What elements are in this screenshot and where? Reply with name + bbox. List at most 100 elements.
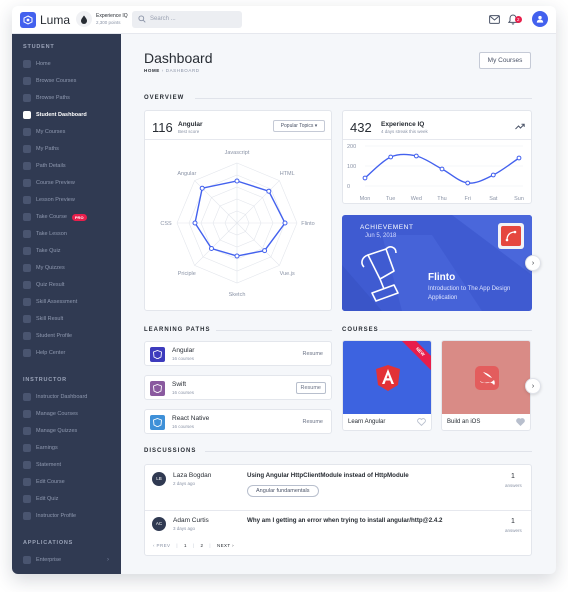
discussion-question[interactable]: Using Angular HttpClientModule instead o… [247, 472, 409, 479]
chevron-right-icon: › [107, 557, 109, 563]
sidebar-item-statement[interactable]: Statement [12, 458, 121, 472]
logo-icon[interactable] [20, 12, 36, 28]
help-center-icon [23, 349, 31, 357]
radar-point [234, 253, 240, 259]
breadcrumb-home[interactable]: HOME [144, 68, 160, 73]
user-avatar[interactable] [532, 11, 548, 27]
top-bar: Luma Experience IQ 2,300 points Search .… [12, 6, 556, 34]
discussions-card: LB Laza Bogdan 2 days ago Using Angular Htt… [144, 464, 532, 556]
sidebar-item-skill-assessment[interactable]: Skill Assessment [12, 295, 121, 309]
avatar[interactable]: AC [152, 517, 166, 531]
sidebar-item-skill-result[interactable]: Skill Result [12, 312, 121, 326]
learning-path-react-native[interactable]: React Native 16 courses Resume [144, 409, 332, 434]
resume-button[interactable]: Resume [303, 419, 323, 425]
answer-label: answers [505, 528, 522, 533]
experience-icon[interactable] [76, 11, 92, 27]
sidebar-item-browse-courses[interactable]: Browse Courses [12, 74, 121, 88]
sidebar-item-lesson-preview[interactable]: Lesson Preview [12, 193, 121, 207]
learning-path-angular[interactable]: Angular 16 courses Resume [144, 341, 332, 366]
manage-courses-icon [23, 410, 31, 418]
sidebar-item-path-details[interactable]: Path Details [12, 159, 121, 173]
sidebar-item-student-dashboard[interactable]: Student Dashboard [12, 108, 121, 122]
app-name[interactable]: Luma [40, 13, 70, 27]
sidebar-item-enterprise[interactable]: Enterprise › [12, 553, 121, 567]
achievement-label: ACHIEVEMENT [360, 224, 414, 231]
courses-next-button[interactable]: › [525, 378, 541, 394]
pagination-page-2[interactable]: 2 [200, 543, 203, 548]
section-discussions: DISCUSSIONS [144, 448, 197, 454]
course-name: Build an iOS [447, 419, 481, 425]
student-dashboard-icon [23, 111, 31, 119]
sidebar-item-instructor-dashboard[interactable]: Instructor Dashboard [12, 390, 121, 404]
course-card-learn-angular[interactable]: NEW Learn Angular [342, 340, 432, 431]
sidebar-item-take-lesson[interactable]: Take Lesson [12, 227, 121, 241]
topic-tag[interactable]: Angular fundamentals [247, 485, 319, 497]
author-name[interactable]: Adam Curtis [173, 517, 209, 524]
search-icon [138, 15, 146, 23]
radar-point [262, 248, 268, 254]
sidebar-item-my-paths[interactable]: My Paths [12, 142, 121, 156]
resume-button[interactable]: Resume [303, 351, 323, 357]
pagination-separator: | [209, 543, 211, 548]
browse-paths-icon [23, 94, 31, 102]
discussion-question[interactable]: Why am I getting an error when trying to… [247, 517, 442, 524]
breadcrumb-current: DASHBOARD [165, 68, 200, 73]
sidebar-item-earnings[interactable]: Earnings [12, 441, 121, 455]
sidebar-item-manage-courses[interactable]: Manage Courses [12, 407, 121, 421]
course-card-build-an-ios[interactable]: Build an iOS [441, 340, 531, 431]
flinto-badge [498, 223, 524, 249]
heart-icon[interactable] [516, 418, 525, 426]
pagination-next[interactable]: NEXT › [217, 543, 234, 548]
sidebar-item-instructor-profile[interactable]: Instructor Profile [12, 509, 121, 523]
popular-topics-dropdown[interactable]: Popular Topics ▾ [273, 120, 325, 132]
x-tick-label: Mon [360, 196, 371, 202]
learning-path-swift[interactable]: Swift 16 courses Resume [144, 375, 332, 400]
section-courses: COURSES [342, 327, 379, 333]
sidebar-item-my-courses[interactable]: My Courses [12, 125, 121, 139]
radar-series-line [194, 180, 286, 257]
main-content: Dashboard HOME › DASHBOARD My Courses OV… [121, 34, 556, 574]
mail-icon[interactable] [489, 15, 500, 24]
sidebar-item-label: Manage Quizzes [36, 428, 78, 434]
sidebar-item-help-center[interactable]: Help Center [12, 346, 121, 360]
sidebar-item-home[interactable]: Home [12, 57, 121, 71]
radar-point [266, 188, 272, 194]
sidebar-item-take-course[interactable]: Take Course PRO [12, 210, 121, 224]
sidebar-item-label: Help Center [36, 350, 66, 356]
angular-card-title: Angular [178, 121, 203, 128]
pagination-prev[interactable]: ‹ PREV [153, 543, 170, 548]
sidebar-item-take-quiz[interactable]: Take Quiz [12, 244, 121, 258]
achievement-description: Introduction to The App Design Applicati… [428, 286, 511, 301]
edit-course-icon [23, 478, 31, 486]
sidebar-item-student-profile[interactable]: Student Profile [12, 329, 121, 343]
pagination-page-1[interactable]: 1 [184, 543, 187, 548]
resume-button[interactable]: Resume [295, 382, 326, 394]
sidebar-item-label: Course Preview [36, 180, 75, 186]
sidebar-item-label: Take Course [36, 214, 67, 220]
heart-icon[interactable] [417, 418, 426, 426]
sidebar-item-edit-course[interactable]: Edit Course [12, 475, 121, 489]
avatar[interactable]: LB [152, 472, 166, 486]
swift-icon [150, 381, 165, 396]
achievement-card[interactable]: ACHIEVEMENT Jun 5, 2018 Flinto Introduct… [342, 215, 532, 311]
sidebar-item-browse-paths[interactable]: Browse Paths [12, 91, 121, 105]
sidebar-item-label: Instructor Profile [36, 513, 77, 519]
learning-path-count: 16 courses [172, 390, 195, 395]
skill-assessment-icon [23, 298, 31, 306]
achievement-next-button[interactable]: › [525, 255, 541, 271]
sidebar-item-edit-quiz[interactable]: Edit Quiz [12, 492, 121, 506]
author-name[interactable]: Laza Bogdan [173, 472, 211, 479]
experience-line-chart: 0 100 200 Mon Tue Wed Thu Fri Sat Sun [347, 144, 524, 202]
course-name: Learn Angular [348, 419, 386, 425]
sidebar-item-label: Manage Courses [36, 411, 78, 417]
radar-point [192, 220, 198, 226]
sidebar-item-label: Statement [36, 462, 62, 468]
sidebar-item-my-quizzes[interactable]: My Quizzes [12, 261, 121, 275]
x-tick-label: Tue [386, 196, 395, 202]
radar-chart: Javascript HTML Flinto Vue.js Sketch Priciple… [160, 150, 314, 298]
sidebar-item-course-preview[interactable]: Course Preview [12, 176, 121, 190]
sidebar-item-manage-quizzes[interactable]: Manage Quizzes [12, 424, 121, 438]
sidebar-item-quiz-result[interactable]: Quiz Result [12, 278, 121, 292]
my-courses-button[interactable]: My Courses [479, 52, 531, 69]
search-input[interactable]: Search ... [132, 11, 242, 28]
